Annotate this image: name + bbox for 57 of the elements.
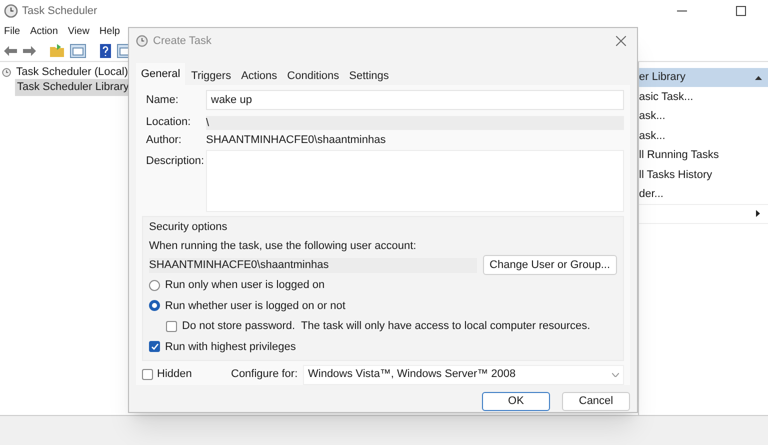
location-label: Location: <box>145 115 192 130</box>
tree-item[interactable]: Task Scheduler Library <box>15 79 131 96</box>
submenu-arrow-icon[interactable] <box>756 210 760 218</box>
clock-icon <box>136 35 148 47</box>
tab[interactable]: Settings <box>345 67 393 85</box>
account-prompt: When running the task, use the following user account: <box>149 239 418 252</box>
menu-item[interactable]: Action <box>30 24 58 38</box>
pane-link[interactable]: ll Tasks History <box>639 166 712 183</box>
author-value: SHAANTMINHACFE0\shaantminhas <box>206 133 386 148</box>
tab[interactable]: Actions <box>237 67 282 85</box>
clock-icon <box>2 66 12 79</box>
option-label: Run with highest privileges <box>165 340 296 355</box>
folder-icon[interactable] <box>50 44 64 57</box>
dialog-title: Create Task <box>153 34 212 49</box>
collapse-icon[interactable] <box>755 76 762 80</box>
clock-icon <box>4 4 18 18</box>
help-icon[interactable] <box>100 44 111 58</box>
radio-button[interactable] <box>149 300 160 312</box>
pane-link[interactable]: der... <box>639 186 664 202</box>
tree-item[interactable]: Task Scheduler (Local) <box>14 64 130 81</box>
checkbox[interactable] <box>166 320 177 332</box>
option-label: Run whether user is logged on or not <box>165 298 346 314</box>
group-title: Security options <box>149 220 228 236</box>
hidden-label: Hidden <box>157 367 193 382</box>
back-arrow-icon[interactable] <box>4 46 17 56</box>
forward-arrow-icon[interactable] <box>23 46 36 56</box>
dialog-button[interactable]: OK <box>482 392 550 411</box>
checkbox[interactable] <box>149 341 160 352</box>
tab[interactable]: Triggers <box>187 67 236 85</box>
close-icon[interactable] <box>616 36 626 46</box>
pane-header-text: er Library <box>639 70 686 86</box>
author-label: Author: <box>145 133 182 148</box>
hidden-checkbox[interactable] <box>142 369 153 380</box>
name-label: Name: <box>145 92 180 108</box>
tab[interactable]: Conditions <box>283 67 344 85</box>
window-title: Task Scheduler <box>22 4 98 19</box>
maximize-icon[interactable] <box>736 6 746 16</box>
option-label: Run only when user is logged on <box>165 278 325 294</box>
configure-dropdown[interactable]: Windows Vista™, Windows Server™ 2008 <box>303 364 624 385</box>
name-field[interactable]: wake up <box>206 90 624 110</box>
panel-icon[interactable] <box>70 44 86 58</box>
pane-link[interactable]: ask... <box>639 108 666 124</box>
option-label: Do not store password. The task will only have access to local computer resources. <box>182 319 590 334</box>
pane-link[interactable]: asic Task... <box>639 88 694 105</box>
menu-item[interactable]: File <box>4 24 20 38</box>
pane-link[interactable]: ll Running Tasks <box>639 147 719 164</box>
pane-link[interactable]: ask... <box>639 128 666 144</box>
location-field: \ <box>206 116 624 130</box>
change-user-button[interactable]: Change User or Group... <box>482 255 617 276</box>
tab[interactable]: General <box>136 63 186 85</box>
description-label: Description: <box>145 154 206 170</box>
configure-label: Configure for: <box>231 367 299 382</box>
radio-button[interactable] <box>149 280 160 291</box>
account-field: SHAANTMINHACFE0\shaantminhas <box>149 258 477 273</box>
dialog-button[interactable]: Cancel <box>562 392 630 411</box>
menu-item[interactable]: View <box>68 24 90 38</box>
menu-item[interactable]: Help <box>99 24 120 38</box>
